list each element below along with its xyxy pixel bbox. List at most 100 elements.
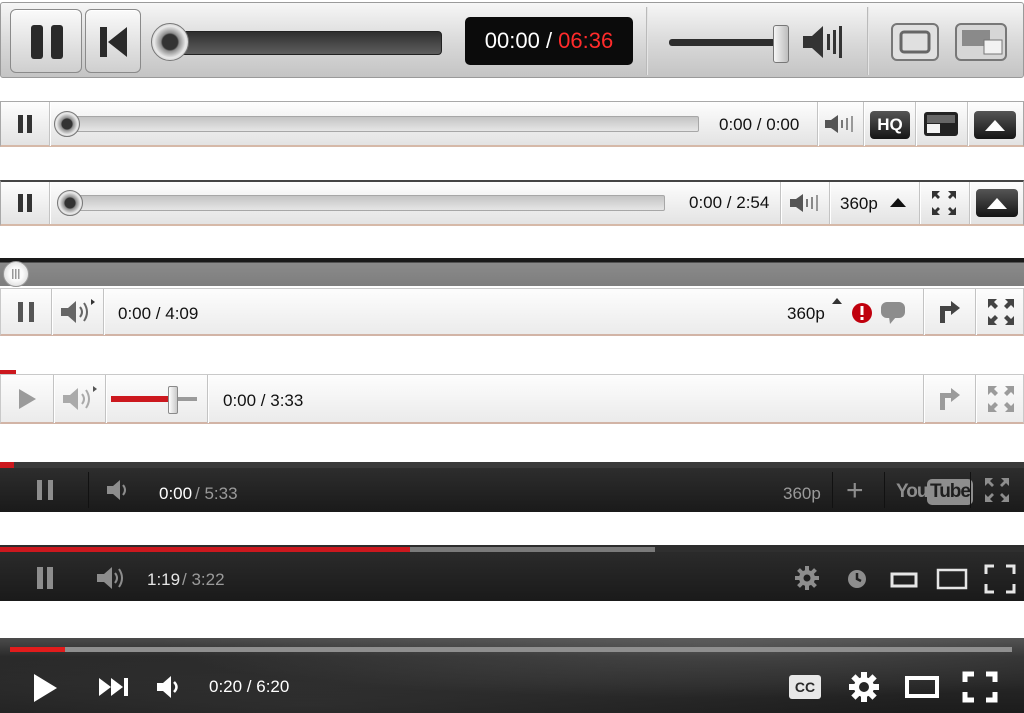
time-display: 0:00 / 2:54	[689, 193, 770, 212]
divider	[103, 289, 104, 335]
progress-bar[interactable]	[10, 647, 1012, 652]
fullscreen-button[interactable]	[976, 189, 1018, 217]
progress-played	[10, 647, 66, 652]
divider	[646, 7, 648, 75]
volume-icon[interactable]	[52, 289, 102, 335]
popout-arrow-icon[interactable]	[924, 289, 974, 335]
next-icon[interactable]	[94, 672, 134, 702]
pause-icon[interactable]	[18, 468, 72, 512]
divider	[884, 472, 885, 508]
fullscreen-icon[interactable]	[974, 468, 1020, 512]
divider	[780, 182, 781, 224]
time-display: 0:00 / 3:33	[223, 391, 304, 410]
pause-button[interactable]	[10, 9, 82, 73]
grip-icon	[4, 262, 28, 286]
fullscreen-icon	[976, 189, 1018, 217]
popout-arrow-icon[interactable]	[924, 375, 974, 423]
volume-icon[interactable]	[54, 375, 104, 423]
divider	[49, 102, 50, 146]
quality-label[interactable]: 360p	[787, 304, 825, 324]
time-display: 0:00 / 4:09	[118, 304, 199, 323]
seek-knob[interactable]	[151, 23, 189, 61]
time-separator: /	[539, 28, 559, 53]
expand-icon[interactable]	[920, 182, 968, 224]
player-2006-controls: 00:00 / 06:36	[0, 2, 1024, 78]
small-player-icon[interactable]	[888, 565, 920, 593]
seek-scrubber[interactable]	[3, 261, 29, 287]
youtube-logo[interactable]: You Tube	[896, 479, 973, 505]
theater-icon[interactable]	[934, 564, 970, 594]
player-2010b-controls: 0:00 / 3:33	[0, 374, 1024, 424]
seek-knob[interactable]	[57, 190, 83, 216]
player-2010a-controls: 0:00 / 4:09 360p	[0, 288, 1024, 336]
seek-track[interactable]	[61, 195, 665, 211]
theater-icon[interactable]	[902, 671, 942, 703]
volume-fill	[111, 396, 168, 402]
volume-icon[interactable]	[819, 102, 861, 146]
hq-button[interactable]: HQ	[870, 111, 910, 139]
pause-icon[interactable]	[20, 555, 70, 601]
skip-back-icon	[86, 10, 142, 74]
fullscreen-icon[interactable]	[960, 669, 1000, 705]
cc-label: CC	[794, 679, 816, 695]
volume-track[interactable]	[669, 39, 787, 46]
fullscreen-icon[interactable]	[889, 21, 941, 63]
fullscreen-icon[interactable]	[976, 375, 1024, 423]
settings-icon[interactable]	[792, 563, 822, 593]
volume-icon[interactable]	[90, 555, 132, 601]
volume-slider[interactable]	[111, 386, 199, 414]
fullscreen-icon	[974, 111, 1016, 139]
pause-icon	[11, 10, 83, 74]
time-current: 00:00	[484, 28, 540, 53]
fullscreen-icon[interactable]	[982, 562, 1018, 596]
fullscreen-button[interactable]	[974, 111, 1016, 139]
seek-track[interactable]	[169, 31, 442, 55]
cc-button[interactable]: CC	[789, 675, 821, 699]
time-rest: / 5:33	[195, 484, 238, 503]
player-2012-controls: 1:19 / 3:22	[0, 545, 1024, 601]
divider	[817, 102, 818, 146]
volume-icon[interactable]	[152, 670, 186, 704]
volume-icon[interactable]	[782, 182, 828, 224]
popout-icon[interactable]	[916, 102, 966, 146]
volume-handle[interactable]	[773, 25, 789, 63]
settings-icon[interactable]	[846, 669, 882, 705]
play-icon[interactable]	[1, 375, 53, 423]
divider	[207, 375, 208, 423]
player-2009-controls: 0:00 / 2:54 360p	[0, 180, 1024, 226]
volume-icon[interactable]	[801, 20, 847, 64]
quality-arrow-icon	[888, 194, 908, 210]
quality-label: 360p	[840, 194, 878, 213]
divider	[967, 102, 968, 146]
pause-icon[interactable]	[1, 289, 51, 335]
progress-bar[interactable]	[0, 547, 1024, 552]
quality-label[interactable]: 360p	[783, 484, 821, 504]
seek-knob[interactable]	[54, 111, 80, 137]
pause-icon[interactable]	[1, 102, 49, 146]
seek-track[interactable]	[59, 116, 699, 132]
hq-label: HQ	[877, 115, 903, 134]
player-2008-controls: 0:00 / 0:00 HQ	[0, 101, 1024, 147]
player-2015-controls: 0:20 / 6:20 CC	[0, 638, 1024, 713]
divider	[49, 182, 50, 224]
quality-caret-icon[interactable]	[831, 297, 843, 305]
volume-icon[interactable]	[96, 468, 140, 512]
plus-icon[interactable]: +	[846, 474, 864, 508]
fullscreen-icon[interactable]	[976, 289, 1024, 335]
speech-bubble-icon[interactable]	[879, 300, 907, 326]
time-current: 1:19	[147, 570, 181, 589]
divider	[970, 472, 971, 508]
progress-played	[0, 547, 410, 552]
quality-selector[interactable]: 360p	[830, 182, 918, 224]
volume-handle[interactable]	[168, 386, 178, 414]
pause-icon[interactable]	[1, 182, 49, 224]
popout-icon[interactable]	[954, 21, 1008, 63]
logo-you: You	[896, 481, 929, 502]
divider	[969, 182, 970, 224]
play-icon[interactable]	[24, 668, 66, 708]
time-rest: / 3:22	[182, 570, 225, 589]
alert-icon[interactable]	[850, 301, 874, 325]
player-2010a-progress[interactable]	[0, 258, 1024, 287]
skip-back-button[interactable]	[85, 9, 141, 73]
watch-later-icon[interactable]	[844, 566, 870, 592]
